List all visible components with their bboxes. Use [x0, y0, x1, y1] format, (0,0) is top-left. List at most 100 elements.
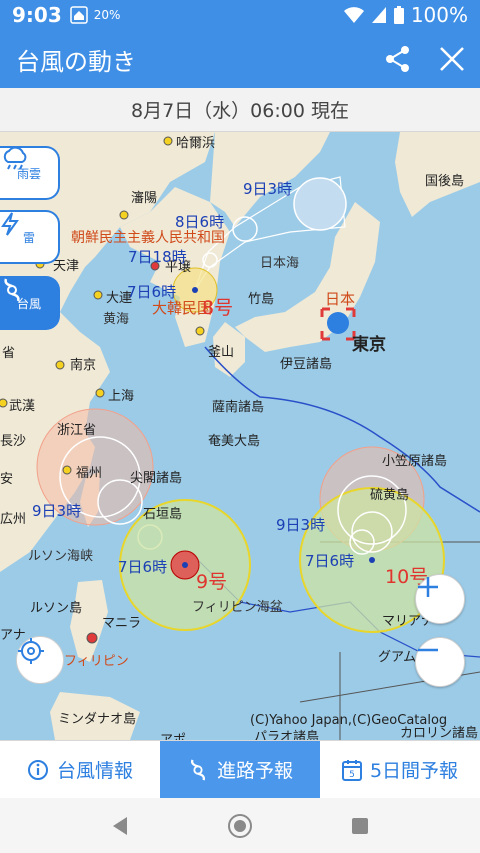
- label-guangzhou: 広州: [0, 512, 27, 527]
- tab-typhoon-info-label: 台風情報: [56, 760, 133, 782]
- label-mindanao: ミンダナオ島: [58, 712, 137, 727]
- home-circle-icon: [228, 813, 252, 838]
- label-nanjing: 南京: [70, 358, 97, 373]
- label-fuzhou: 福州: [76, 466, 103, 481]
- label-guam: グアム: [378, 650, 417, 665]
- label-tokyo: 東京: [352, 335, 386, 355]
- zoom-in-button[interactable]: [415, 574, 465, 624]
- city-dot-shanghai: [95, 388, 105, 398]
- layer-typhoon-button[interactable]: 台風: [0, 276, 60, 330]
- label-zhejiang: 浙江省: [57, 423, 97, 438]
- current-location-button[interactable]: [16, 636, 64, 684]
- tab-typhoon-info[interactable]: 台風情報: [0, 741, 160, 798]
- typhoon10-label-7d6h: 7日6時: [305, 552, 355, 570]
- calendar-icon: 5: [341, 759, 362, 781]
- battery-percent: 100%: [410, 3, 468, 27]
- city-dot-busan: [195, 326, 205, 336]
- label-wuhan: 武漢: [9, 399, 36, 414]
- city-dot-harbin: [163, 136, 173, 146]
- status-time: 9:03: [12, 3, 62, 27]
- current-datetime: 8月7日（水）06:00 現在: [131, 100, 349, 122]
- status-notification-icons: 20%: [70, 6, 121, 24]
- label-luzon: ルソン島: [30, 601, 83, 616]
- typhoon8-label-9d3h: 9日3時: [243, 180, 293, 198]
- minus-icon: [418, 648, 438, 652]
- label-iwoto: 硫黄島: [370, 488, 410, 503]
- info-icon: [27, 759, 48, 780]
- label-shenyang: 瀋陽: [131, 191, 158, 206]
- city-dot-manila: [86, 632, 98, 644]
- home-icon: [70, 6, 88, 24]
- nav-recents-button[interactable]: [342, 808, 378, 844]
- close-icon: [440, 47, 464, 71]
- label-yellow-sea: 黄海: [103, 312, 130, 327]
- typhoon8-label-7d6h: 7日6時: [127, 283, 177, 301]
- label-shanghai: 上海: [108, 389, 135, 404]
- zoom-out-button[interactable]: [415, 637, 465, 687]
- bottom-tabs: 台風情報 進路予報 5 5日間予報: [0, 740, 480, 798]
- back-icon: [113, 816, 127, 835]
- typhoon8-forecast-circle-1: [293, 177, 347, 231]
- typhoon9-label-7d6h: 7日6時: [118, 558, 168, 576]
- share-button[interactable]: [384, 45, 412, 73]
- typhoon-map[interactable]: 哈爾浜 瀋陽 天津 大連 朝鮮民主主義人民共和国 平壌 大韓民国 竹島 日本海 …: [0, 132, 480, 740]
- label-philippines: フィリピン: [64, 654, 129, 669]
- layer-lightning-button[interactable]: 雷: [0, 210, 60, 264]
- rain-cloud-icon: [3, 148, 27, 170]
- crosshair-icon: [18, 638, 44, 664]
- typhoon10-center: [369, 557, 375, 563]
- plus-icon: [418, 577, 438, 597]
- tab-5day-forecast[interactable]: 5 5日間予報: [320, 741, 480, 798]
- label-ogasawara: 小笠原諸島: [382, 454, 448, 469]
- city-dot-nanjing: [55, 360, 65, 370]
- label-palau: パラオ諸島: [254, 730, 320, 740]
- label-harbin: 哈爾浜: [176, 136, 216, 151]
- typhoon8-label-8d6h: 8日6時: [175, 213, 225, 231]
- city-dot-shenyang: [119, 210, 129, 220]
- close-button[interactable]: [438, 45, 466, 73]
- city-dot-fuzhou: [62, 465, 72, 475]
- typhoon-icon: [4, 278, 20, 302]
- typhoon8-center: [192, 287, 198, 293]
- tab-5day-forecast-label: 5日間予報: [369, 760, 459, 782]
- share-icon: [386, 46, 409, 72]
- recents-icon: [352, 817, 368, 834]
- label-busan: 釜山: [208, 345, 235, 360]
- system-nav-bar: [0, 798, 480, 853]
- label-apo: アポ: [160, 729, 186, 740]
- label-izu: 伊豆諸島: [280, 357, 333, 372]
- label-ishigaki: 石垣島: [143, 507, 183, 522]
- layer-rain-cloud-button[interactable]: 雨雲: [0, 146, 60, 200]
- wifi-icon: [343, 7, 364, 23]
- nav-home-button[interactable]: [222, 808, 258, 844]
- typhoon9-name: 9号: [196, 571, 228, 593]
- status-bar: 9:03 20% 100%: [0, 0, 480, 30]
- battery-icon: [393, 6, 404, 24]
- city-dot-wuhan: [0, 398, 8, 408]
- label-amami: 奄美大島: [208, 434, 261, 449]
- label-manila: マニラ: [102, 616, 142, 631]
- lightning-icon: [1, 212, 19, 236]
- page-title: 台風の動き: [16, 47, 136, 76]
- tab-track-forecast[interactable]: 進路予報: [160, 741, 320, 798]
- date-bar: 8月7日（水）06:00 現在: [0, 88, 480, 132]
- label-luzon-strait: ルソン海峡: [28, 549, 94, 564]
- label-senkaku: 尖閣諸島: [130, 471, 183, 486]
- typhoon8-name: 8号: [202, 297, 234, 319]
- label-philippine-basin: フィリピン海盆: [192, 600, 283, 615]
- map-copyright: (C)Yahoo Japan,(C)GeoCatalog: [250, 713, 448, 728]
- label-changsha: 長沙: [0, 434, 27, 449]
- calendar-number: 5: [349, 770, 355, 780]
- status-badge: 20%: [93, 8, 121, 22]
- layer-lightning-label: 雷: [22, 230, 35, 245]
- label-japan: 日本: [325, 290, 356, 308]
- label-japan-sea: 日本海: [260, 256, 300, 271]
- typhoon8-label-7d18h: 7日18時: [128, 248, 187, 266]
- label-kunashiri: 国後島: [425, 174, 465, 189]
- label-satsunan: 薩南諸島: [212, 400, 265, 415]
- typhoon10-label-9d3h: 9日3時: [276, 516, 326, 534]
- typhoon9-label-9d3h: 9日3時: [32, 502, 82, 520]
- label-sho: 省: [2, 346, 16, 361]
- typhoon-icon: [190, 758, 205, 781]
- nav-back-button[interactable]: [102, 808, 138, 844]
